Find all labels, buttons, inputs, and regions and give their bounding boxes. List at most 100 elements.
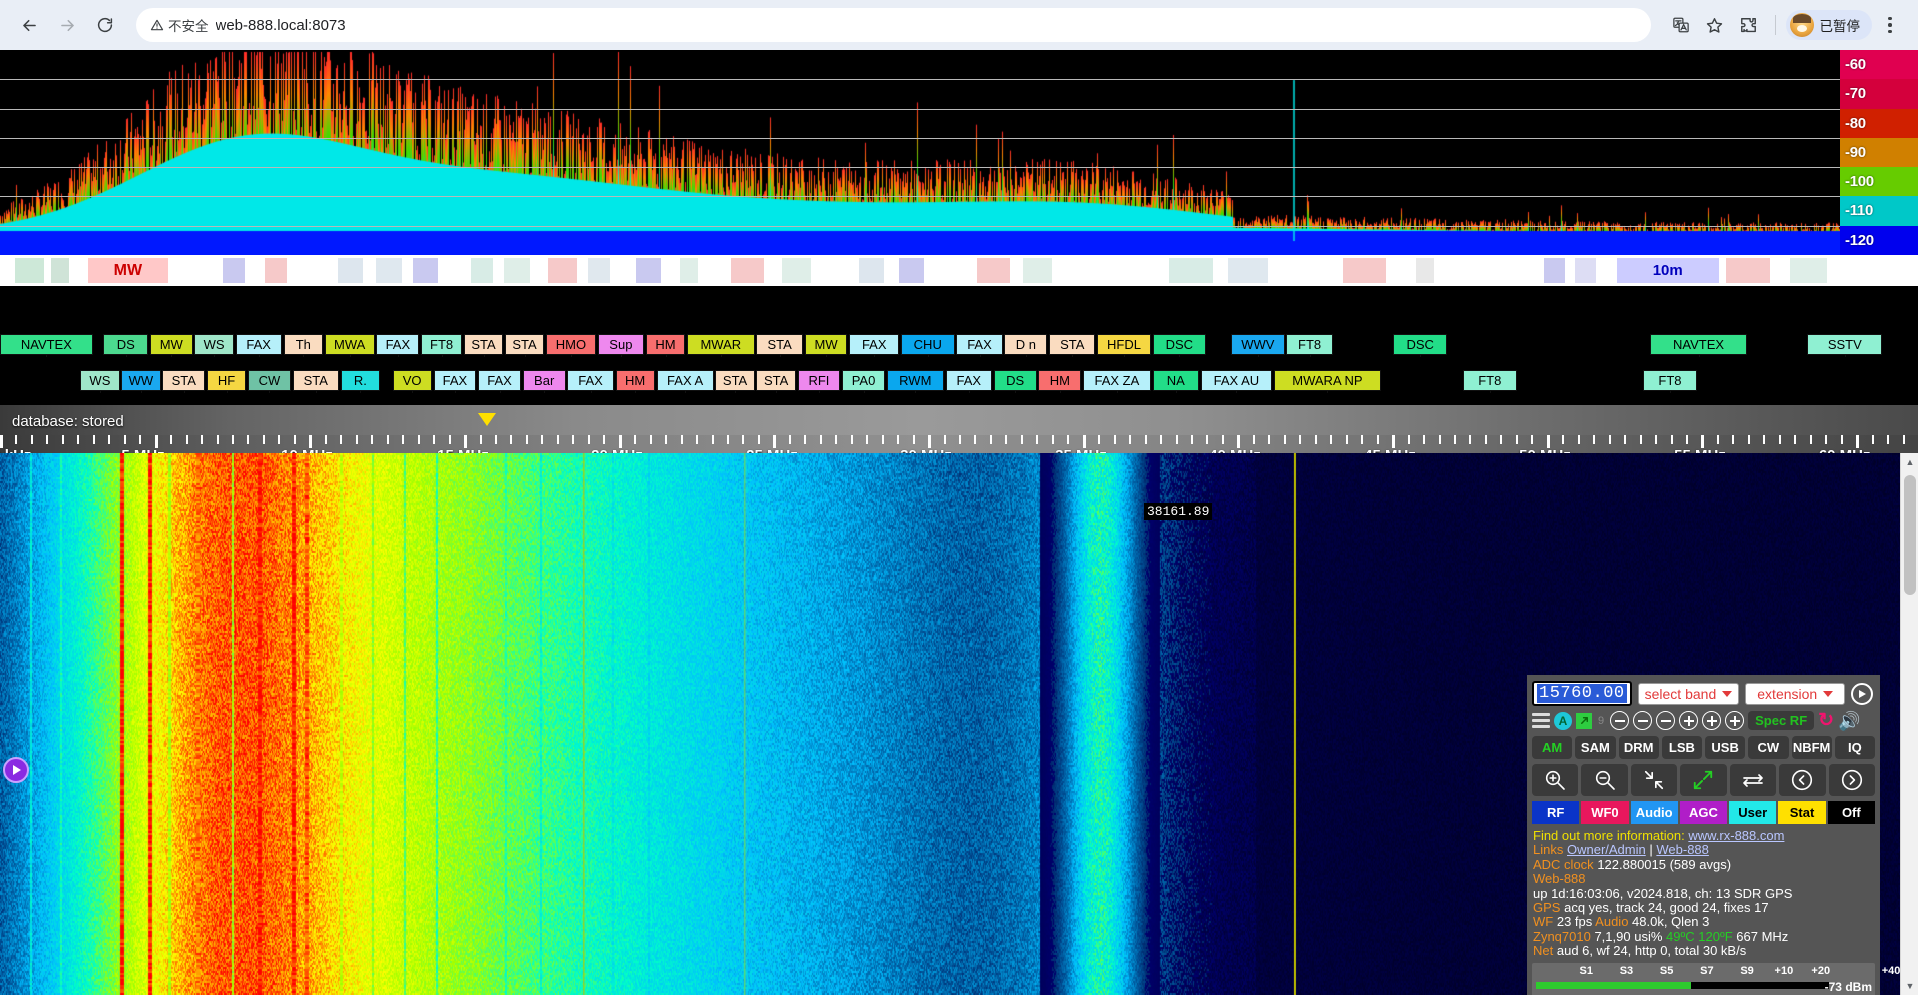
- zoom-out-icon[interactable]: [1581, 764, 1627, 796]
- band-label[interactable]: STA: [756, 334, 802, 355]
- prev-chevron-icon[interactable]: [1779, 764, 1825, 796]
- band-label[interactable]: HF: [207, 370, 246, 391]
- band-label[interactable]: DSC: [1153, 334, 1207, 355]
- back-button[interactable]: [12, 8, 46, 42]
- band-label[interactable]: R.: [341, 370, 380, 391]
- band-label[interactable]: FT8: [1643, 370, 1697, 391]
- band-label[interactable]: STA: [715, 370, 754, 391]
- band-overview-block[interactable]: [471, 258, 493, 283]
- band-label[interactable]: Bar: [523, 370, 566, 391]
- hamburger-menu-icon[interactable]: [1532, 713, 1550, 728]
- band-label[interactable]: NAVTEX: [0, 334, 93, 355]
- select-band-dropdown[interactable]: select band: [1638, 683, 1740, 705]
- web888-link[interactable]: Web-888: [1656, 842, 1709, 857]
- speaker-icon[interactable]: 🔊: [1838, 712, 1860, 730]
- band-label[interactable]: MWA: [325, 334, 375, 355]
- band-label[interactable]: Sup: [598, 334, 644, 355]
- band-label[interactable]: STA: [162, 370, 205, 391]
- band-overview-block[interactable]: [859, 258, 885, 283]
- band-overview-block[interactable]: [376, 258, 402, 283]
- band-label[interactable]: FAX: [376, 334, 419, 355]
- scroll-down-arrow-icon[interactable]: ▼: [1901, 977, 1918, 995]
- band-label[interactable]: STA: [464, 334, 503, 355]
- band-label[interactable]: CHU: [901, 334, 955, 355]
- mode-button-iq[interactable]: IQ: [1835, 736, 1875, 759]
- zoom-plus-1-button[interactable]: [1679, 711, 1698, 730]
- band-overview-block[interactable]: [588, 258, 610, 283]
- agc-badge[interactable]: A: [1554, 712, 1572, 730]
- zoom-minus-1-button[interactable]: [1610, 711, 1629, 730]
- zoom-plus-3-button[interactable]: [1725, 711, 1744, 730]
- frequency-input[interactable]: 15760.00: [1532, 681, 1632, 706]
- refresh-icon[interactable]: ↻: [1818, 711, 1834, 730]
- mode-button-lsb[interactable]: LSB: [1662, 736, 1702, 759]
- band-overview-block[interactable]: [1169, 258, 1213, 283]
- band-label[interactable]: NA: [1153, 370, 1199, 391]
- band-label[interactable]: VO: [393, 370, 432, 391]
- band-label[interactable]: CW: [248, 370, 291, 391]
- band-label[interactable]: RWM: [887, 370, 944, 391]
- band-label[interactable]: DS: [103, 334, 148, 355]
- band-label[interactable]: STA: [756, 370, 795, 391]
- band-label-row-2[interactable]: WSWWSTAHFCWSTAR.VOFAXFAXBarFAXHMFAX ASTA…: [0, 369, 1918, 393]
- band-label[interactable]: DSC: [1393, 334, 1447, 355]
- band-label[interactable]: PA0: [842, 370, 885, 391]
- band-label[interactable]: WWV: [1231, 334, 1285, 355]
- band-label[interactable]: FAX A: [657, 370, 714, 391]
- band-label[interactable]: WS: [80, 370, 119, 391]
- collapse-arrows-icon[interactable]: [1631, 764, 1677, 796]
- scrollbar-thumb[interactable]: [1904, 475, 1916, 595]
- band-label[interactable]: FAX: [478, 370, 521, 391]
- band-overview-block[interactable]: [413, 258, 439, 283]
- mode-button-nbfm[interactable]: NBFM: [1792, 736, 1832, 759]
- zoom-in-icon[interactable]: [1532, 764, 1578, 796]
- band-overview-block[interactable]: [1575, 258, 1597, 283]
- band-overview-block[interactable]: [51, 258, 69, 283]
- scroll-up-arrow-icon[interactable]: ▲: [1901, 453, 1918, 471]
- owner-admin-link[interactable]: Owner/Admin: [1567, 842, 1646, 857]
- band-overview-block[interactable]: [1023, 258, 1052, 283]
- band-overview-block[interactable]: [15, 258, 44, 283]
- band-label[interactable]: MWAR: [687, 334, 755, 355]
- extension-dropdown[interactable]: extension: [1745, 683, 1845, 705]
- zoom-minus-3-button[interactable]: [1656, 711, 1675, 730]
- mode-button-usb[interactable]: USB: [1705, 736, 1745, 759]
- next-chevron-icon[interactable]: [1829, 764, 1875, 796]
- band-overview-block[interactable]: [338, 258, 364, 283]
- band-label[interactable]: FT8: [421, 334, 462, 355]
- band-overview-block[interactable]: [548, 258, 577, 283]
- band-tag-mw[interactable]: MW: [88, 258, 168, 283]
- star-icon[interactable]: [1699, 9, 1731, 41]
- band-overview-block[interactable]: [977, 258, 1010, 283]
- band-label[interactable]: FAX ZA: [1083, 370, 1151, 391]
- band-label-row-1[interactable]: NAVTEXDSMWWSFAXThMWAFAXFT8STASTAHMOSupHM…: [0, 333, 1918, 357]
- panel-tab-off[interactable]: Off: [1828, 801, 1875, 824]
- panel-tab-wf0[interactable]: WF0: [1581, 801, 1628, 824]
- band-label[interactable]: D n: [1004, 334, 1047, 355]
- expand-arrows-icon[interactable]: [1680, 764, 1726, 796]
- spectrum-scope[interactable]: -60-70-80-90-100-110-120: [0, 50, 1918, 255]
- band-label[interactable]: STA: [293, 370, 339, 391]
- band-label[interactable]: STA: [505, 334, 544, 355]
- band-label[interactable]: FT8: [1286, 334, 1332, 355]
- address-bar[interactable]: 不安全 web-888.local:8073: [136, 8, 1651, 42]
- band-label[interactable]: HM: [1038, 370, 1081, 391]
- band-label[interactable]: RFI: [798, 370, 841, 391]
- band-overview-block[interactable]: [1726, 258, 1770, 283]
- band-overview-block[interactable]: [731, 258, 764, 283]
- profile-chip[interactable]: 已暂停: [1786, 10, 1873, 40]
- band-overview-block[interactable]: [504, 258, 530, 283]
- rx888-link[interactable]: www.rx-888.com: [1688, 828, 1784, 843]
- band-label[interactable]: HFDL: [1097, 334, 1151, 355]
- security-indicator[interactable]: 不安全: [150, 15, 209, 35]
- panel-tab-agc[interactable]: AGC: [1680, 801, 1727, 824]
- three-dots-icon[interactable]: [1874, 9, 1906, 41]
- band-overview-block[interactable]: [680, 258, 698, 283]
- band-label[interactable]: SSTV: [1807, 334, 1882, 355]
- band-label[interactable]: FAX: [567, 370, 613, 391]
- zoom-minus-2-button[interactable]: [1633, 711, 1652, 730]
- mode-button-drm[interactable]: DRM: [1619, 736, 1659, 759]
- band-label[interactable]: FAX AU: [1201, 370, 1272, 391]
- band-overview-block[interactable]: [1544, 258, 1566, 283]
- panel-tab-rf[interactable]: RF: [1532, 801, 1579, 824]
